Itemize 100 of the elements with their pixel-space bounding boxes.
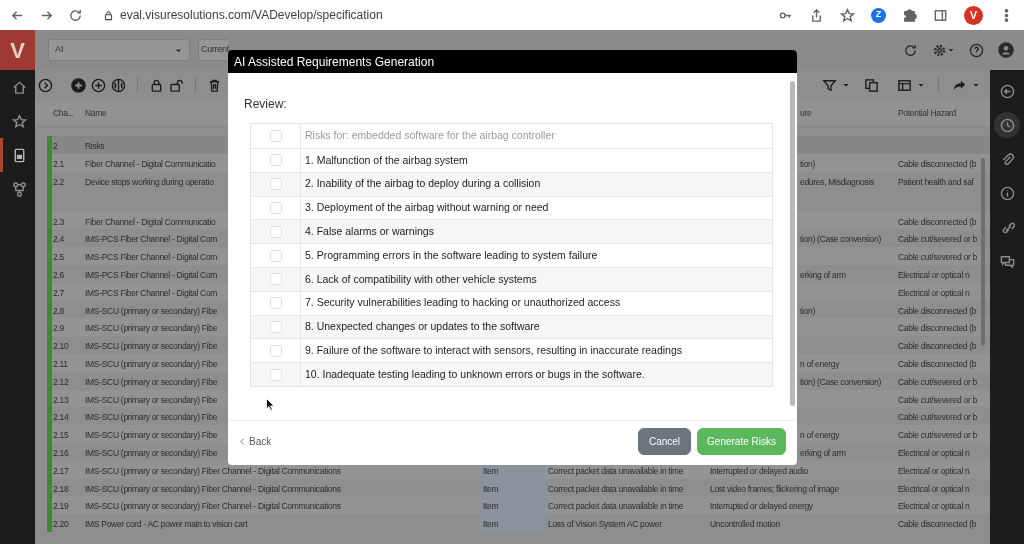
failure-effect: tion): [800, 158, 816, 169]
potential-hazard: Cable disconnected (b: [898, 323, 977, 334]
potential-hazard: Cable cut/severed or b: [898, 430, 977, 441]
help-icon[interactable]: [969, 42, 984, 58]
lock-icon[interactable]: [149, 77, 164, 93]
potential-hazard: Electrical or optical n: [898, 483, 970, 494]
checkbox[interactable]: [269, 249, 282, 262]
copy-icon[interactable]: [864, 77, 879, 93]
star-icon[interactable]: [840, 7, 855, 23]
potential-hazard: Electrical or optical n: [898, 447, 970, 458]
item-name: IMS-PCS Fiber Channel - Digital Com: [85, 287, 218, 298]
item-name: IMS Power cord - AC power main to vision cart: [85, 519, 248, 530]
potential-hazard: Electrical or optical n: [898, 287, 970, 298]
checkbox[interactable]: [269, 202, 282, 214]
scrollbar-thumb[interactable]: [981, 158, 985, 346]
caret-icon: [842, 81, 850, 89]
user-icon[interactable]: [998, 42, 1014, 58]
sidebar-icon[interactable]: [933, 7, 948, 23]
item-name: IMS-SCU (primary or secondary) Fibe: [85, 412, 218, 423]
star-icon[interactable]: [11, 113, 27, 129]
risk-item: 4. False alarms or warnings: [304, 223, 434, 239]
item-name: IMS-SCU (primary or secondary) Fibe: [85, 341, 218, 352]
item-name: IMS-SCU (primary or secondary) Fibe: [85, 447, 218, 458]
puzzle-icon[interactable]: [902, 7, 917, 23]
column-header[interactable]: ure: [800, 107, 812, 118]
checkbox[interactable]: [269, 225, 282, 238]
dropdown[interactable]: AI: [48, 39, 190, 61]
row-number: 2.2: [53, 176, 64, 187]
scrollbar-thumb[interactable]: [790, 81, 795, 406]
cancel-button[interactable]: Cancel: [637, 427, 692, 455]
checkbox[interactable]: [269, 368, 282, 381]
item-type: Item: [483, 465, 499, 476]
settings-icon[interactable]: [932, 42, 947, 58]
potential-hazard: Electrical or optical n: [898, 270, 970, 280]
add-icon[interactable]: [71, 77, 86, 93]
refresh-icon[interactable]: [903, 42, 918, 58]
risk-item: 6. Lack of compatibility with other vehicle systems: [304, 271, 537, 287]
back-link[interactable]: Back: [238, 433, 272, 449]
item-name: IMS-SCU (primary or secondary) Fibe: [85, 358, 218, 369]
failure-effect: tion): [800, 305, 816, 316]
row-number: 2.6: [53, 270, 64, 280]
item-name: IMS-SCU (primary or secondary) Fiber Channel - Digital Communications: [85, 465, 341, 476]
row-number: 2.18: [53, 483, 69, 494]
select-all-checkbox[interactable]: [269, 130, 282, 142]
failure-effect: Lost video frames; flickering of image: [710, 483, 839, 494]
filter-icon[interactable]: [822, 77, 837, 93]
row-number: 2.4: [53, 234, 64, 245]
generate-risks-button[interactable]: Generate Risks: [697, 427, 786, 455]
risk-item: 9. Failure of the software to interact with sensors, resulting in inaccurate readings: [304, 342, 683, 358]
columns-icon[interactable]: [897, 77, 912, 93]
row-number: 2: [53, 141, 58, 151]
row-number: 2.15: [53, 430, 69, 441]
row-number: 2.9: [53, 323, 64, 334]
checkbox[interactable]: [269, 297, 282, 310]
potential-hazard: Cable cut/severed or b: [898, 252, 977, 263]
back-circle-icon[interactable]: [999, 83, 1015, 99]
checkbox[interactable]: [269, 178, 282, 191]
failure-effect: Interrupted or delayed audio: [710, 465, 808, 476]
row-number: 2.10: [53, 341, 69, 352]
potential-hazard: Electrical or optical n: [898, 465, 970, 476]
potential-hazard: Cable cut/severed or b: [898, 394, 977, 405]
risk-item: 10. Inadequate testing leading to unknown errors or bugs in the software.: [304, 366, 645, 382]
row-number: 2.8: [53, 305, 64, 316]
checkbox[interactable]: [269, 154, 282, 167]
reload-icon[interactable]: [68, 7, 83, 23]
play-circle-icon[interactable]: [38, 77, 53, 93]
column-header[interactable]: Potential Hazard: [898, 107, 957, 118]
app-logo[interactable]: V: [0, 30, 35, 70]
checkbox[interactable]: [269, 320, 282, 333]
url-field[interactable]: eval.visuresolutions.com/VADevelop/specification: [97, 4, 389, 26]
chat-icon[interactable]: [999, 253, 1015, 269]
risk-item: 2. Inability of the airbag to deploy during a collision: [304, 176, 541, 192]
info-icon[interactable]: [999, 185, 1015, 201]
row-number: 2.16: [53, 447, 69, 458]
unlock-icon[interactable]: [169, 77, 184, 93]
trash-icon[interactable]: [207, 77, 222, 93]
item-name: Risks: [85, 141, 105, 151]
checkbox[interactable]: [269, 273, 282, 286]
potential-hazard: Cable cut/severed or b: [898, 376, 977, 387]
dropdown[interactable]: Current: [198, 39, 228, 61]
share-icon[interactable]: [809, 7, 824, 23]
column-header[interactable]: Cha...: [53, 107, 74, 118]
home-icon[interactable]: [11, 79, 27, 95]
column-header[interactable]: Name: [85, 107, 107, 118]
risk-item: 7. Security vulnerabilities leading to hacking or unauthorized access: [304, 295, 621, 311]
add-outline-icon[interactable]: [91, 77, 106, 93]
checkbox[interactable]: [269, 344, 282, 357]
hierarchy-icon[interactable]: [11, 181, 27, 197]
caret-icon: [917, 81, 925, 89]
profile-avatar[interactable]: V: [964, 5, 983, 25]
potential-hazard: Cable disconnected (b: [898, 158, 977, 169]
failure-effect: n of energy: [800, 358, 840, 369]
failure-effect: tion) (Case conversion): [800, 376, 881, 387]
extension-button[interactable]: Z: [871, 7, 886, 23]
clock-icon[interactable]: [999, 117, 1015, 133]
brain-icon[interactable]: [111, 77, 126, 93]
potential-hazard: Patient health and saf: [898, 176, 974, 187]
row-number: 2.19: [53, 501, 69, 512]
item-name: Device stops working during operatio: [85, 176, 214, 187]
item-type: Item: [483, 519, 499, 530]
